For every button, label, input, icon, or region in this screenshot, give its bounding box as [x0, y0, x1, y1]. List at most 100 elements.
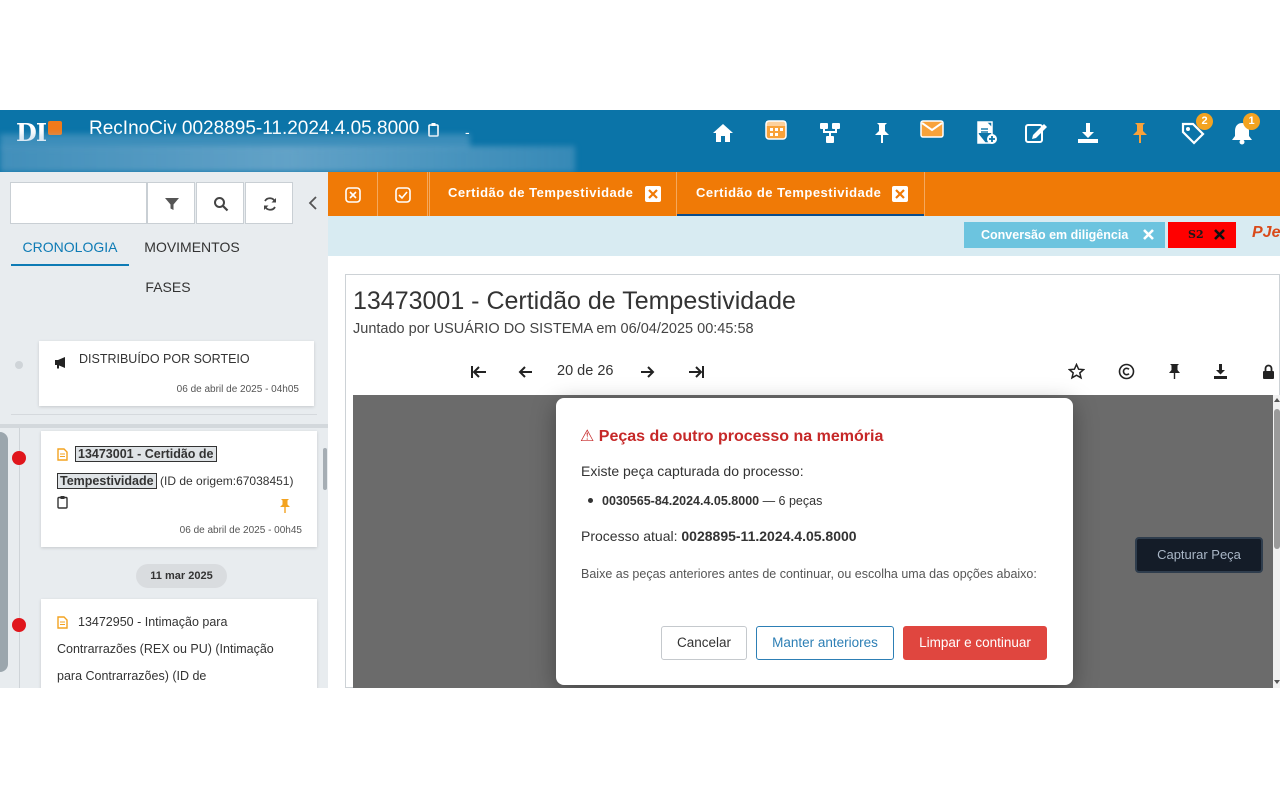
timeline-item-text: Contrarrazões (REX ou PU) (Intimação [57, 642, 274, 656]
timeline-item-text: para Contrarrazões) (ID de [57, 669, 207, 683]
left-scroll-handle[interactable] [0, 432, 8, 672]
timeline-item-selected[interactable]: 13473001 - Certidão de Tempestividade (I… [41, 431, 317, 547]
search-button[interactable] [196, 182, 244, 224]
captured-process-number: 0030565-84.2024.4.05.8000 [602, 494, 760, 508]
viewer-scrollbar[interactable] [1273, 395, 1280, 688]
timeline-line [19, 428, 20, 688]
close-all-tabs-button[interactable] [328, 172, 378, 216]
document-tabs-bar: Certidão de Tempestividade Certidão de T… [328, 172, 1280, 216]
document-link[interactable]: 13473001 - Certidão de [75, 446, 217, 462]
search-input[interactable] [10, 182, 147, 224]
tags-badge: 2 [1196, 113, 1213, 130]
logo-box [48, 121, 62, 135]
timeline-item-date: 06 de abril de 2025 - 04h05 [176, 384, 299, 395]
timeline-scrollbar[interactable] [323, 448, 327, 490]
refresh-button[interactable] [245, 182, 293, 224]
tab-close-icon[interactable] [645, 186, 661, 202]
tab-document-2[interactable]: Certidão de Tempestividade [677, 172, 924, 216]
refresh-icon [264, 197, 276, 211]
app-window: DI RecInoCiv 0028895-11.2024.4.05.8000 - [0, 110, 1280, 688]
dialog-message: Existe peça capturada do processo: [581, 463, 804, 479]
tab-fases[interactable]: FASES [140, 272, 196, 302]
bullet [588, 498, 593, 503]
viewer-scroll-thumb[interactable] [1274, 409, 1280, 549]
tab-divider [924, 172, 925, 216]
chip-close-icon[interactable] [1213, 228, 1226, 241]
pin-icon[interactable] [869, 120, 895, 146]
megaphone-icon [55, 357, 65, 369]
check-box-icon [395, 187, 411, 203]
timeline-item-text: 13472950 - Intimação para [78, 615, 228, 629]
top-header: DI RecInoCiv 0028895-11.2024.4.05.8000 - [0, 110, 1280, 172]
sitemap-icon[interactable] [817, 120, 843, 146]
current-process-label: Processo atual: [581, 528, 678, 544]
capture-piece-button[interactable]: Capturar Peça [1135, 537, 1263, 573]
filter-button[interactable] [147, 182, 195, 224]
document-icon [57, 616, 68, 629]
edit-icon[interactable] [1023, 120, 1049, 146]
tab-movimentos[interactable]: MOVIMENTOS [140, 232, 244, 262]
pin-icon[interactable] [279, 498, 291, 514]
memory-warning-dialog: ⚠ Peças de outro processo na memória Exi… [556, 398, 1073, 685]
timeline-item-date: 06 de abril de 2025 - 00h45 [179, 525, 302, 536]
timeline-dot [15, 361, 23, 369]
timeline-item[interactable]: 13472950 - Intimação para Contrarrazões … [41, 599, 317, 688]
clear-continue-button[interactable]: Limpar e continuar [903, 626, 1047, 660]
lock-icon[interactable] [1260, 363, 1277, 380]
tab-label: Certidão de Tempestividade [696, 185, 882, 200]
tab-close-icon[interactable] [892, 186, 908, 202]
download-icon[interactable] [1212, 363, 1229, 380]
page-counter: 20 de 26 [557, 363, 614, 379]
pin-orange-icon[interactable] [1127, 120, 1153, 146]
scroll-down-icon[interactable] [1274, 679, 1280, 685]
chip-close-icon[interactable] [1142, 228, 1155, 241]
timeline-dot-active [12, 618, 26, 632]
document-title: 13473001 - Certidão de Tempestividade [353, 287, 796, 315]
last-page-icon[interactable] [687, 363, 705, 381]
blurred-subtitle [0, 146, 575, 172]
prev-page-icon[interactable] [517, 363, 535, 381]
notifications-badge: 1 [1243, 113, 1260, 130]
scroll-up-icon[interactable] [1274, 397, 1280, 403]
dialog-note: Baixe as peças anteriores antes de conti… [581, 567, 1037, 581]
star-icon[interactable] [1068, 363, 1085, 380]
clipboard-icon[interactable] [57, 495, 68, 509]
document-link-cont[interactable]: Tempestividade [57, 473, 157, 489]
timeline-item-text: DISTRIBUÍDO POR SORTEIO [79, 352, 250, 366]
timeline-dot-active [12, 451, 26, 465]
check-tabs-button[interactable] [378, 172, 428, 216]
chip-label: Conversão em diligência [981, 228, 1129, 242]
date-separator: 11 mar 2025 [136, 564, 227, 588]
panel-divider [0, 424, 328, 428]
calendar-icon[interactable] [763, 116, 789, 142]
pje-logo[interactable]: PJe [1252, 224, 1280, 246]
tabs-separator [11, 414, 317, 415]
tags-strip: Conversão em diligência S2 PJe [328, 216, 1280, 256]
document-subtitle: Juntado por USUÁRIO DO SISTEMA em 06/04/… [353, 321, 754, 337]
keep-previous-button[interactable]: Manter anteriores [756, 626, 894, 660]
current-process-number: 0028895-11.2024.4.05.8000 [681, 528, 857, 544]
tab-cronologia[interactable]: CRONOLOGIA [11, 232, 129, 266]
file-add-icon[interactable] [973, 120, 999, 146]
close-box-icon [345, 187, 361, 203]
tab-label: Certidão de Tempestividade [448, 185, 634, 200]
captured-process-count: — 6 peças [762, 494, 823, 508]
timeline-item[interactable]: DISTRIBUÍDO POR SORTEIO 06 de abril de 2… [39, 341, 314, 406]
cancel-button[interactable]: Cancelar [661, 626, 747, 660]
mail-icon[interactable] [919, 116, 945, 142]
tab-document-1[interactable]: Certidão de Tempestividade [429, 172, 676, 216]
conversion-chip[interactable]: Conversão em diligência [964, 222, 1165, 248]
s2-chip[interactable]: S2 [1168, 222, 1236, 248]
copyright-icon[interactable] [1118, 363, 1135, 380]
header-dash: - [465, 124, 470, 140]
pin-icon[interactable] [1166, 363, 1183, 380]
collapse-chevron-icon[interactable] [306, 195, 320, 211]
captured-process-item: 0030565-84.2024.4.05.8000 — 6 peças [602, 494, 822, 508]
filter-icon [165, 198, 179, 210]
dialog-title: ⚠ Peças de outro processo na memória [580, 428, 884, 445]
search-icon [214, 197, 229, 212]
home-icon[interactable] [710, 120, 736, 146]
first-page-icon[interactable] [470, 363, 488, 381]
download-icon[interactable] [1075, 120, 1101, 146]
next-page-icon[interactable] [638, 363, 656, 381]
